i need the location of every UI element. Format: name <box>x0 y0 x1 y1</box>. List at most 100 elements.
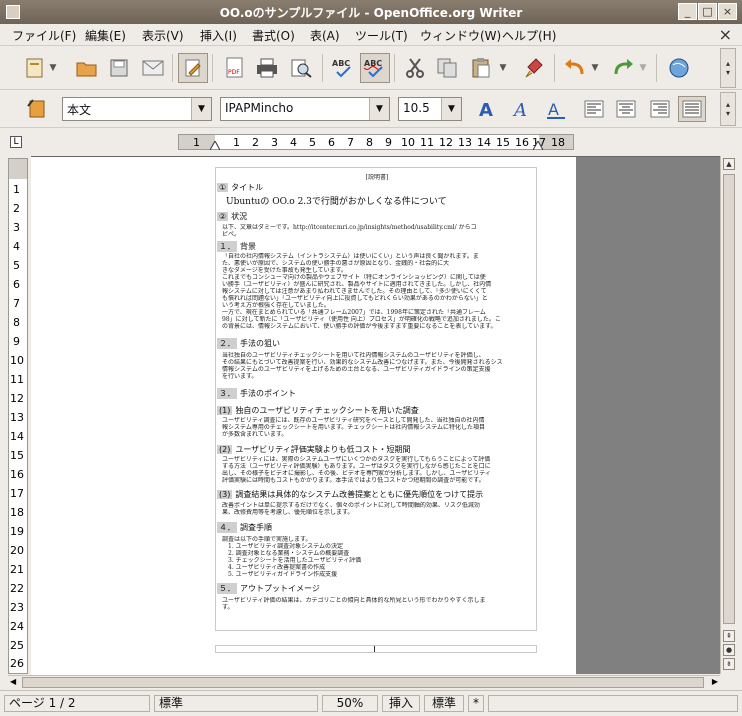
italic-icon[interactable]: A <box>508 96 536 122</box>
styles-formatting-icon[interactable] <box>22 96 50 122</box>
align-center-icon[interactable] <box>612 96 640 122</box>
undo-icon[interactable] <box>560 53 590 83</box>
navigator-icon[interactable] <box>664 53 694 83</box>
page-style[interactable]: 標準 <box>154 695 318 712</box>
paste-dropdown-icon[interactable]: ▼ <box>496 53 510 83</box>
menu-insert[interactable]: 挿入(I) <box>200 27 237 44</box>
save-icon[interactable] <box>104 53 134 83</box>
align-left-icon[interactable] <box>580 96 608 122</box>
horizontal-ruler[interactable]: 1 1 2 3 4 5 6 7 8 9 10 11 12 13 14 15 16… <box>178 134 574 150</box>
menu-table[interactable]: 表(A) <box>310 27 340 44</box>
horizontal-scroll-thumb[interactable] <box>22 677 704 688</box>
doc-text: 当社独自のユーザビリティチェックシートを用いて社内情報システムのユーザビリティを… <box>222 352 485 359</box>
vertical-scrollbar[interactable]: ▲ ⇞ ● ⇟ <box>720 156 736 674</box>
print-preview-icon[interactable] <box>286 53 316 83</box>
scroll-right-icon[interactable]: ▶ <box>712 677 718 686</box>
ruler-row: L 1 1 2 3 4 5 6 7 8 9 10 11 12 13 14 15 … <box>0 128 742 156</box>
ruler-number: 19 <box>10 525 24 538</box>
export-pdf-icon[interactable]: PDF <box>220 53 250 83</box>
doc-header-label: [説明書] <box>365 174 389 181</box>
ruler-number: 8 <box>366 136 373 149</box>
standard-toolbar: ▼ PDF ABC ABC ▼ ▼ ▼ ▴ ▾ <box>0 46 742 90</box>
ruler-number: 4 <box>290 136 297 149</box>
ruler-number: 10 <box>10 354 24 367</box>
menu-help[interactable]: ヘルプ(H) <box>502 27 556 44</box>
edit-file-icon[interactable] <box>178 53 208 83</box>
document-page[interactable]: [説明書] ① タイトル Ubuntuの OO.o 2.3で行間がおかしくなる件に… <box>31 157 576 677</box>
ruler-number: 6 <box>13 278 20 291</box>
toolbar-overflow-icon[interactable]: ▴ ▾ <box>720 48 736 88</box>
menu-file[interactable]: ファイル(F) <box>12 27 76 44</box>
undo-dropdown-icon[interactable]: ▼ <box>588 53 602 83</box>
font-size-select[interactable]: 10.5 ▼ <box>398 97 462 121</box>
email-icon[interactable] <box>138 53 168 83</box>
list-item: 3. チェックシートを活用したユーザビリティ評価 <box>228 557 362 564</box>
menu-format[interactable]: 書式(O) <box>252 27 295 44</box>
svg-text:A: A <box>512 100 527 120</box>
paste-icon[interactable] <box>466 53 496 83</box>
doc-text: 「自社の社内情報システム（イントラシステム）は使いにくい」という声は良く聞かれま… <box>222 253 479 260</box>
next-page-icon[interactable]: ⇟ <box>723 658 735 670</box>
menu-view[interactable]: 表示(V) <box>142 27 184 44</box>
close-window-button[interactable]: × <box>718 3 737 20</box>
close-document-icon[interactable]: × <box>719 25 732 44</box>
redo-dropdown-icon[interactable]: ▼ <box>636 53 650 83</box>
doc-text: 以下、文章はダミーです。http://itcenter.mri.co.jp/in… <box>222 224 477 231</box>
ruler-number: 26 <box>10 657 24 670</box>
open-folder-icon[interactable] <box>72 53 102 83</box>
scroll-up-icon[interactable]: ▲ <box>723 158 735 170</box>
section-heading: １． 背景 <box>217 241 256 252</box>
section-heading: ① タイトル <box>217 183 264 192</box>
maximize-button[interactable]: □ <box>698 3 717 20</box>
menu-tools[interactable]: ツール(T) <box>355 27 408 44</box>
cut-icon[interactable] <box>400 53 430 83</box>
navigation-icon[interactable]: ● <box>723 644 735 656</box>
copy-icon[interactable] <box>432 53 462 83</box>
insert-mode[interactable]: 挿入 <box>382 695 420 712</box>
ruler-number: 7 <box>13 297 20 310</box>
selection-mode[interactable]: 標準 <box>424 695 464 712</box>
menu-window[interactable]: ウィンドウ(W) <box>420 27 501 44</box>
menu-edit[interactable]: 編集(E) <box>85 27 126 44</box>
bold-icon[interactable]: A <box>474 96 502 122</box>
doc-text: その結果にもとづいて改善提案を行い、効果的なシステム改善につなげます。また、今後… <box>222 359 503 366</box>
spellcheck-icon[interactable]: ABC <box>328 53 358 83</box>
tab-stop-type-icon[interactable]: L <box>10 136 22 148</box>
align-right-icon[interactable] <box>646 96 674 122</box>
font-name-value: IPAPMincho <box>225 101 294 115</box>
print-icon[interactable] <box>252 53 282 83</box>
modified-indicator: * <box>468 695 484 712</box>
auto-spellcheck-icon[interactable]: ABC <box>360 53 390 83</box>
justify-icon[interactable] <box>678 96 706 122</box>
ruler-number: 11 <box>10 373 24 386</box>
list-item: 5. ユーザビリティガイドライン作成支援 <box>228 571 338 578</box>
minimize-button[interactable]: _ <box>678 3 697 20</box>
ruler-number: 12 <box>10 392 24 405</box>
redo-icon[interactable] <box>608 53 638 83</box>
chevron-down-icon: ▼ <box>191 98 211 120</box>
ruler-number: 13 <box>458 136 472 149</box>
left-indent-marker-icon[interactable] <box>210 141 220 150</box>
doc-text: た、悪使いが原因で、システムの使い勝手の悪さが原因となり、金銭的・社会的に大 <box>222 260 450 267</box>
horizontal-scrollbar[interactable]: ◀ ▶ <box>8 675 720 689</box>
zoom-level[interactable]: 50% <box>322 695 378 712</box>
window-title: OO.oのサンプルファイル - OpenOffice.org Writer <box>219 6 523 20</box>
underline-icon[interactable]: A <box>542 96 570 122</box>
right-indent-marker-icon[interactable] <box>533 141 543 150</box>
doc-text: を行います。 <box>222 373 258 380</box>
paragraph-style-select[interactable]: 本文 ▼ <box>62 97 212 121</box>
vertical-ruler[interactable]: 1 2 3 4 5 6 7 8 9 10 11 12 13 14 15 16 1… <box>8 158 28 674</box>
ruler-number: 6 <box>328 136 335 149</box>
ruler-number: 9 <box>385 136 392 149</box>
doc-text: 調査は以下の手順で実施します。 <box>222 536 312 543</box>
chevron-down-icon: ▼ <box>369 98 389 120</box>
new-dropdown-icon[interactable]: ▼ <box>46 53 60 83</box>
page-indicator[interactable]: ページ 1 / 2 <box>4 695 150 712</box>
previous-page-icon[interactable]: ⇞ <box>723 630 735 642</box>
clone-formatting-icon[interactable] <box>520 53 550 83</box>
document-area[interactable]: [説明書] ① タイトル Ubuntuの OO.o 2.3で行間がおかしくなる件に… <box>31 156 720 677</box>
scroll-thumb[interactable] <box>723 174 735 624</box>
format-toolbar-overflow-icon[interactable]: ▴ ▾ <box>720 92 736 126</box>
scroll-left-icon[interactable]: ◀ <box>10 677 16 686</box>
font-name-select[interactable]: IPAPMincho ▼ <box>220 97 390 121</box>
